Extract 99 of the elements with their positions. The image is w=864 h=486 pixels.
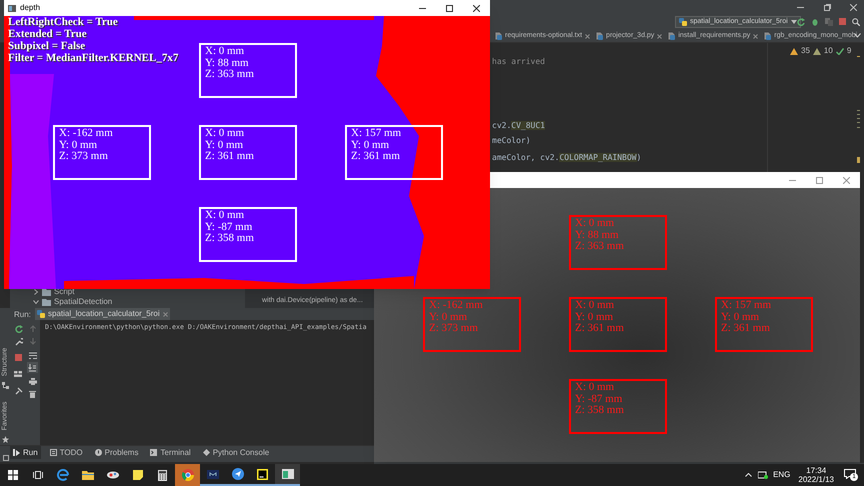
window-title: depth	[20, 2, 40, 14]
roi-reading: X: 0 mm	[575, 218, 616, 230]
debug-icon[interactable]	[811, 18, 819, 26]
scroll-to-end-icon[interactable]	[27, 362, 38, 373]
roi-reading: Z: 373 mm	[59, 151, 109, 162]
roi-reading: Z: 361 mm	[205, 151, 255, 162]
roi-reading: X: 157 mm	[351, 128, 402, 140]
roi-reading: Y: 0 mm	[575, 312, 614, 323]
roi-reading: Y: 88 mm	[575, 230, 620, 241]
list-icon	[50, 449, 57, 456]
restore-icon[interactable]	[824, 4, 831, 11]
roi-reading: X: 0 mm	[575, 300, 616, 312]
roi-reading: Y: 0 mm	[721, 312, 760, 323]
file-icon	[668, 32, 676, 40]
roi-reading: Y: -87 mm	[205, 222, 254, 233]
warning-icon	[812, 48, 821, 54]
warning-count[interactable]: 35	[801, 45, 810, 57]
window-app-icon[interactable]	[282, 469, 294, 479]
roi-reading: X: -162 mm	[59, 128, 114, 140]
roi-reading: Z: 358 mm	[575, 405, 625, 416]
app-icon[interactable]	[106, 470, 118, 480]
rerun-icon[interactable]	[15, 325, 23, 333]
calculator-icon[interactable]	[158, 470, 167, 480]
roi-reading: Z: 363 mm	[205, 69, 255, 80]
tool-window-tab[interactable]: Run	[10, 446, 41, 459]
print-icon[interactable]	[29, 378, 37, 385]
trash-icon[interactable]	[29, 390, 36, 398]
warning-icon	[790, 48, 798, 54]
soft-wrap-icon[interactable]	[29, 352, 37, 359]
file-icon	[764, 32, 772, 40]
notification-icon	[844, 469, 856, 479]
tool-window-tab[interactable]: Python Console	[200, 446, 272, 459]
roi-reading: Y: -87 mm	[575, 394, 624, 405]
chevron-up-icon[interactable]	[745, 473, 752, 477]
roi-reading: X: 0 mm	[205, 46, 246, 58]
python-file-icon	[679, 18, 687, 26]
roi-reading: Z: 361 mm	[351, 151, 401, 162]
file-icon	[495, 32, 502, 40]
close-icon[interactable]	[473, 4, 480, 12]
network-icon[interactable]	[758, 471, 768, 479]
caret-icon	[790, 20, 797, 24]
roi-reading: Z: 361 mm	[721, 323, 771, 334]
windows-start-icon[interactable]	[8, 470, 18, 480]
roi-reading: Y: 0 mm	[351, 140, 390, 151]
roi-reading: Y: 88 mm	[205, 58, 250, 69]
tool-window-tab[interactable]: TODO	[46, 446, 86, 459]
roi-reading: Y: 0 mm	[429, 312, 468, 323]
pin-icon[interactable]	[15, 387, 23, 395]
chevron-down-icon[interactable]	[33, 299, 39, 305]
roi-reading: Y: 0 mm	[205, 140, 244, 151]
check-icon	[836, 48, 844, 54]
chrome-icon[interactable]	[182, 469, 194, 481]
code-line: ameColor, cv2.COLORMAP_RAINBOW)	[492, 152, 642, 164]
close-icon[interactable]	[850, 4, 857, 11]
roi-reading: Z: 363 mm	[575, 241, 625, 252]
passed-count[interactable]: 9	[846, 45, 852, 57]
roi-reading: X: 0 mm	[205, 128, 246, 140]
run-label: Run:	[14, 309, 31, 321]
chevron-right-icon[interactable]	[33, 289, 39, 295]
roi-reading: X: -162 mm	[429, 300, 484, 312]
code-line: has arrived	[492, 56, 545, 68]
app-icon[interactable]	[206, 470, 218, 478]
layout-icon[interactable]	[14, 371, 22, 377]
star-icon	[2, 436, 8, 443]
file-icon	[596, 32, 604, 40]
structure-icon	[2, 382, 8, 389]
roi-reading: Z: 361 mm	[575, 323, 625, 334]
browser-icon[interactable]	[56, 469, 68, 481]
roi-reading: Z: 358 mm	[205, 233, 255, 244]
roi-reading: X: 157 mm	[721, 300, 772, 312]
info-icon	[94, 449, 102, 456]
run-tab[interactable]: spatial_location_calculator_5roi	[35, 308, 170, 320]
wrench-icon[interactable]	[15, 338, 23, 346]
rerun-icon[interactable]	[797, 18, 805, 26]
search-icon[interactable]	[852, 18, 860, 26]
layout-icon[interactable]	[3, 455, 9, 461]
tool-window-tab[interactable]: Problems	[92, 446, 142, 459]
python-icon	[202, 449, 210, 456]
folder-icon[interactable]	[82, 470, 94, 480]
app-icon	[8, 4, 16, 12]
tool-window-tab[interactable]: Terminal	[147, 446, 194, 459]
sticky-note-icon[interactable]	[132, 470, 142, 480]
roi-reading: X: 0 mm	[575, 382, 616, 394]
python-file-icon	[37, 310, 45, 318]
weak-warning-count[interactable]: 10	[824, 45, 833, 57]
code-line: cv2.CV_8UC1	[492, 120, 545, 132]
maximize-icon[interactable]	[446, 4, 453, 12]
clock-time[interactable]: 17:34	[806, 466, 826, 475]
language-indicator[interactable]: ENG	[773, 469, 790, 481]
paper-plane-icon[interactable]	[232, 468, 244, 480]
task-view-icon[interactable]	[32, 470, 42, 480]
roi-reading: X: 0 mm	[205, 210, 246, 222]
code-line: meColor)	[492, 135, 531, 147]
tree-item[interactable]: SpatialDetection	[54, 296, 112, 308]
roi-reading: Y: 0 mm	[59, 140, 98, 151]
roi-reading: Z: 373 mm	[429, 323, 479, 334]
run-icon	[13, 449, 20, 456]
clock-date[interactable]: 2022/1/13	[798, 475, 834, 484]
terminal-icon	[150, 449, 158, 456]
